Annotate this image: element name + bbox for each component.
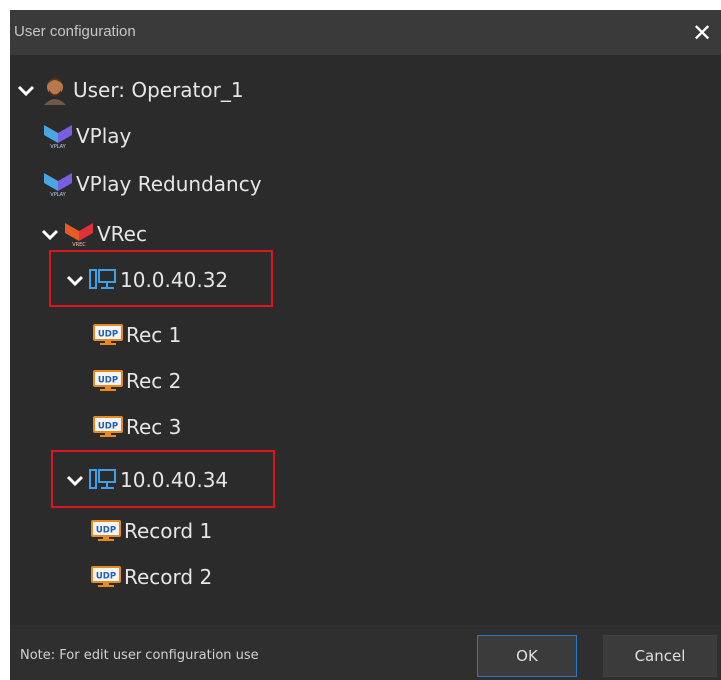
tree-node-vplay-redundancy[interactable]: VPLAY VPlay Redundancy <box>43 166 262 202</box>
chevron-down-icon[interactable] <box>65 270 85 290</box>
computer-icon <box>89 469 116 489</box>
tree-node-user[interactable]: User: Operator_1 <box>16 72 244 108</box>
chevron-down-icon[interactable] <box>16 80 36 100</box>
udp-icon: UDP <box>91 520 121 541</box>
tree-node-stream[interactable]: UDP Rec 2 <box>93 363 181 399</box>
tree-node-label: Rec 2 <box>126 369 182 393</box>
dialog-titlebar: User configuration ✕ <box>10 10 721 55</box>
tree-node-label: Record 1 <box>124 519 213 543</box>
tree-node-vplay[interactable]: VPLAY VPlay <box>43 118 131 154</box>
tree-node-host[interactable]: 10.0.40.34 <box>65 462 228 498</box>
svg-text:VPLAY: VPLAY <box>50 144 66 149</box>
tree-node-stream[interactable]: UDP Record 2 <box>91 559 212 595</box>
chevron-down-icon[interactable] <box>65 470 85 490</box>
udp-badge-text: UDP <box>96 526 116 536</box>
computer-icon <box>89 269 116 289</box>
tree-node-stream[interactable]: UDP Rec 3 <box>93 409 181 445</box>
svg-text:VREC: VREC <box>72 242 86 247</box>
close-icon[interactable]: ✕ <box>691 21 713 45</box>
tree-node-label: 10.0.40.32 <box>120 268 229 292</box>
svg-text:VPLAY: VPLAY <box>50 192 66 197</box>
ok-button[interactable]: OK <box>477 635 577 677</box>
udp-icon: UDP <box>93 416 123 437</box>
footer-note: Note: For edit user configuration use <box>20 648 259 663</box>
udp-badge-text: UDP <box>98 376 118 386</box>
vplay-logo-icon: VPLAY <box>44 173 72 197</box>
vrec-logo-icon: VREC <box>65 223 93 247</box>
tree-node-host[interactable]: 10.0.40.32 <box>65 262 228 298</box>
user-avatar-icon <box>44 78 66 105</box>
tree-node-label: VPlay Redundancy <box>76 172 262 196</box>
dialog-title: User configuration <box>14 23 136 40</box>
tree-node-vrec[interactable]: VREC VRec <box>40 216 147 252</box>
tree-node-label: User: Operator_1 <box>73 78 244 102</box>
tree-node-stream[interactable]: UDP Record 1 <box>91 513 212 549</box>
vplay-logo-icon: VPLAY <box>44 125 72 149</box>
tree-node-label: VPlay <box>76 124 132 148</box>
tree-node-stream[interactable]: UDP Rec 1 <box>93 317 181 353</box>
udp-icon: UDP <box>91 566 121 587</box>
udp-badge-text: UDP <box>98 422 118 432</box>
cancel-button[interactable]: Cancel <box>603 635 717 677</box>
chevron-down-icon[interactable] <box>40 224 60 244</box>
udp-icon: UDP <box>93 324 123 345</box>
tree-node-label: VRec <box>97 222 147 246</box>
udp-badge-text: UDP <box>98 330 118 340</box>
udp-badge-text: UDP <box>96 572 116 582</box>
tree-node-label: 10.0.40.34 <box>120 468 229 492</box>
udp-icon: UDP <box>93 370 123 391</box>
tree-node-label: Rec 3 <box>126 415 182 439</box>
tree-node-label: Record 2 <box>124 565 213 589</box>
tree-node-label: Rec 1 <box>126 323 182 347</box>
user-tree: User: Operator_1 VPLAY VPlay VPLAY VPlay… <box>10 55 721 625</box>
dialog-footer: Note: For edit user configuration use OK… <box>10 625 721 680</box>
user-configuration-dialog: User configuration ✕ User: Operator_1 VP… <box>10 10 721 680</box>
